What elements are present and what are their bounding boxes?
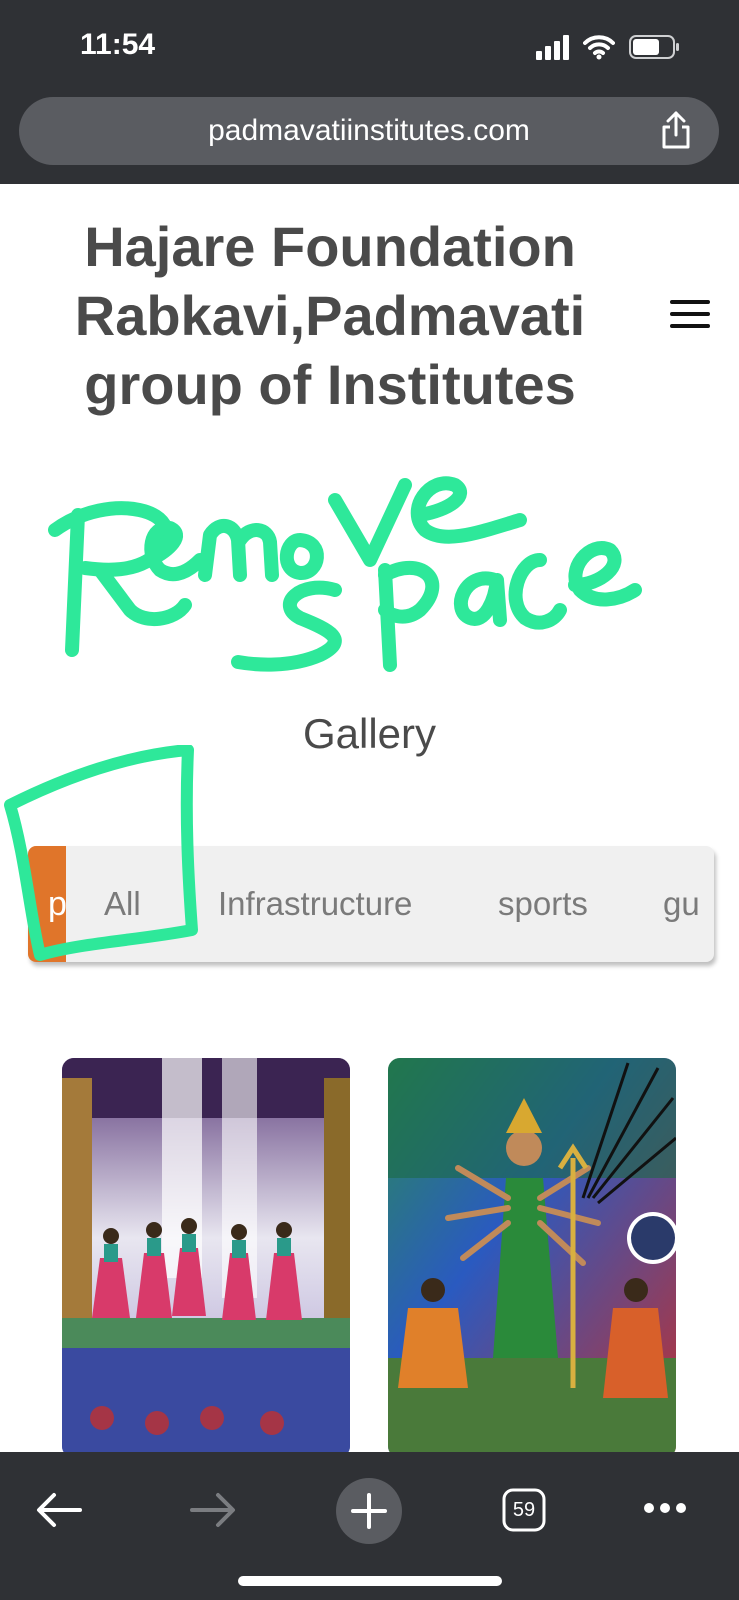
gallery-image-durga-performance[interactable] <box>388 1058 676 1458</box>
plus-icon[interactable] <box>336 1478 402 1548</box>
signal-icon <box>536 34 569 60</box>
arrow-right-icon[interactable] <box>190 1492 236 1532</box>
status-time: 11:54 <box>80 28 156 61</box>
arrow-left-icon[interactable] <box>36 1492 82 1532</box>
handwritten-annotation-remove-space <box>48 476 642 672</box>
battery-icon <box>629 34 681 60</box>
more-icon[interactable] <box>642 1500 688 1519</box>
gallery-image-dancers[interactable] <box>62 1058 350 1458</box>
filter-tab-sports[interactable]: sports <box>498 846 588 962</box>
share-icon[interactable] <box>659 111 693 155</box>
wifi-icon <box>583 34 615 60</box>
filter-tab-infrastructure[interactable]: Infrastructure <box>218 846 412 962</box>
browser-top-chrome: 11:54 padmavatiinstitutes.com <box>0 0 739 184</box>
status-icons <box>536 34 681 60</box>
handwritten-box-annotation <box>4 745 198 961</box>
tabs-icon[interactable]: 59 <box>502 1488 546 1536</box>
hamburger-menu-icon[interactable] <box>670 300 710 336</box>
home-indicator <box>238 1576 502 1586</box>
tabs-count: 59 <box>512 1499 536 1521</box>
url-bar[interactable]: padmavatiinstitutes.com <box>19 97 719 165</box>
site-title[interactable]: Hajare Foundation Rabkavi,Padmavati grou… <box>40 212 620 419</box>
filter-tab-gu[interactable]: gu <box>663 846 700 962</box>
url-text: padmavatiinstitutes.com <box>208 114 530 147</box>
